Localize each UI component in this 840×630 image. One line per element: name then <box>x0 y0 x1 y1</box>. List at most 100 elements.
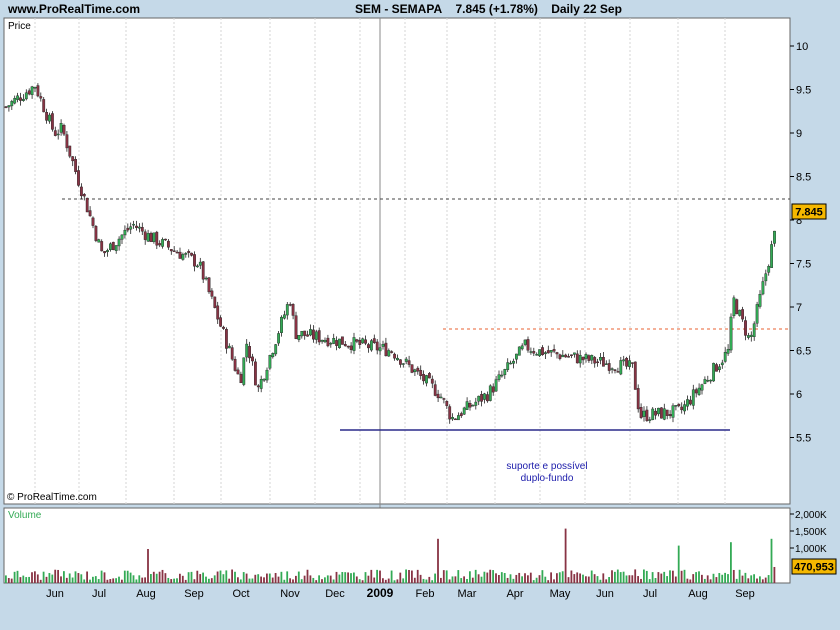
candle <box>294 311 298 340</box>
volume-bar <box>347 572 349 583</box>
volume-bar <box>280 571 283 583</box>
volume-bar <box>770 538 773 583</box>
volume-bar <box>428 576 431 583</box>
x-tick-label: Sep <box>184 588 204 600</box>
volume-bar <box>567 577 570 583</box>
volume-bar <box>13 571 16 583</box>
candle <box>149 231 153 243</box>
volume-bar <box>19 577 22 583</box>
volume-bar <box>297 571 300 583</box>
volume-bar <box>167 577 170 583</box>
volume-bar <box>738 569 741 583</box>
volume-bar <box>399 572 402 583</box>
price-chart[interactable]: Price suporte e possível duplo-fundo © P… <box>0 0 840 630</box>
volume-bar <box>86 571 88 583</box>
volume-bar <box>602 573 605 583</box>
volume-bar <box>77 573 80 583</box>
volume-axis: 2,000K 1,500K 1,000K <box>790 510 827 555</box>
volume-bar <box>271 577 274 583</box>
volume-bar <box>379 570 381 583</box>
candle <box>230 345 234 361</box>
volume-bar <box>741 575 744 583</box>
volume-bar <box>341 572 344 583</box>
volume-bar <box>150 574 152 583</box>
last-volume-tag: 470,953 <box>791 558 837 575</box>
volume-bar <box>498 575 500 583</box>
annotation-line2: duplo-fundo <box>521 473 574 484</box>
volume-bar <box>709 579 712 583</box>
volume-bar <box>645 570 648 583</box>
volume-bar <box>622 571 625 583</box>
x-tick-label: Feb <box>416 588 435 600</box>
volume-bar <box>231 569 233 583</box>
volume-bar <box>663 571 666 583</box>
volume-bar <box>184 579 187 583</box>
volume-bar <box>60 576 62 583</box>
volume-bar <box>179 573 181 583</box>
volume-bar <box>390 570 393 583</box>
volume-bar <box>176 578 178 583</box>
price-panel[interactable] <box>3 17 791 505</box>
volume-bar <box>605 579 608 583</box>
volume-bar <box>466 578 468 583</box>
volume-bar <box>106 579 109 583</box>
volume-bar <box>735 578 738 583</box>
volume-bar <box>329 575 332 583</box>
price-tick-label: 5.5 <box>796 433 811 445</box>
volume-bar <box>413 577 416 583</box>
volume-bar <box>321 579 323 583</box>
volume-bar <box>312 577 315 583</box>
volume-bar <box>303 575 306 583</box>
candle <box>755 301 759 327</box>
volume-bar <box>338 574 341 583</box>
candle <box>242 357 246 387</box>
volume-bar <box>202 572 204 583</box>
candle <box>268 354 272 371</box>
candle <box>111 241 115 251</box>
candle <box>729 313 733 353</box>
x-tick-label: Oct <box>232 588 249 600</box>
volume-bar <box>350 573 352 583</box>
volume-bar <box>590 570 593 583</box>
price-panel-label: Price <box>8 21 31 32</box>
volume-bar <box>181 575 184 583</box>
candle <box>94 225 98 243</box>
volume-bar <box>318 575 320 583</box>
volume-bar <box>648 579 651 583</box>
volume-bar <box>657 572 660 583</box>
last-volume-label: 470,953 <box>794 562 834 574</box>
volume-bar <box>703 578 706 583</box>
volume-bar <box>132 575 135 583</box>
volume-bar <box>115 578 117 583</box>
volume-bar <box>219 570 222 583</box>
volume-bar <box>344 572 347 583</box>
volume-tick-1500k: 1,500K <box>795 527 827 538</box>
volume-bar <box>152 571 155 583</box>
volume-bar <box>680 570 683 583</box>
volume-bar <box>289 578 291 583</box>
volume-bar <box>764 577 767 583</box>
volume-bar <box>527 575 529 583</box>
price-tick-label: 9 <box>796 128 802 140</box>
volume-bar <box>260 576 262 583</box>
volume-bar <box>266 573 268 583</box>
volume-bar <box>471 577 474 583</box>
volume-bar <box>495 573 497 583</box>
volume-bar <box>532 580 535 583</box>
volume-bar <box>63 571 65 583</box>
volume-bar <box>654 577 657 583</box>
candle <box>770 240 774 268</box>
volume-bar <box>242 572 245 583</box>
volume-bar <box>544 576 547 583</box>
last-price-label: 7.845 <box>795 207 823 219</box>
volume-bar <box>216 571 219 583</box>
volume-bar <box>100 570 103 583</box>
volume-bar <box>234 571 236 583</box>
volume-bar <box>582 574 584 583</box>
volume-bar <box>245 573 248 583</box>
volume-bar <box>500 572 503 583</box>
volume-bar <box>761 579 764 583</box>
volume-bar <box>437 538 439 583</box>
x-tick-label: Dec <box>325 588 345 600</box>
volume-bar <box>306 569 309 583</box>
